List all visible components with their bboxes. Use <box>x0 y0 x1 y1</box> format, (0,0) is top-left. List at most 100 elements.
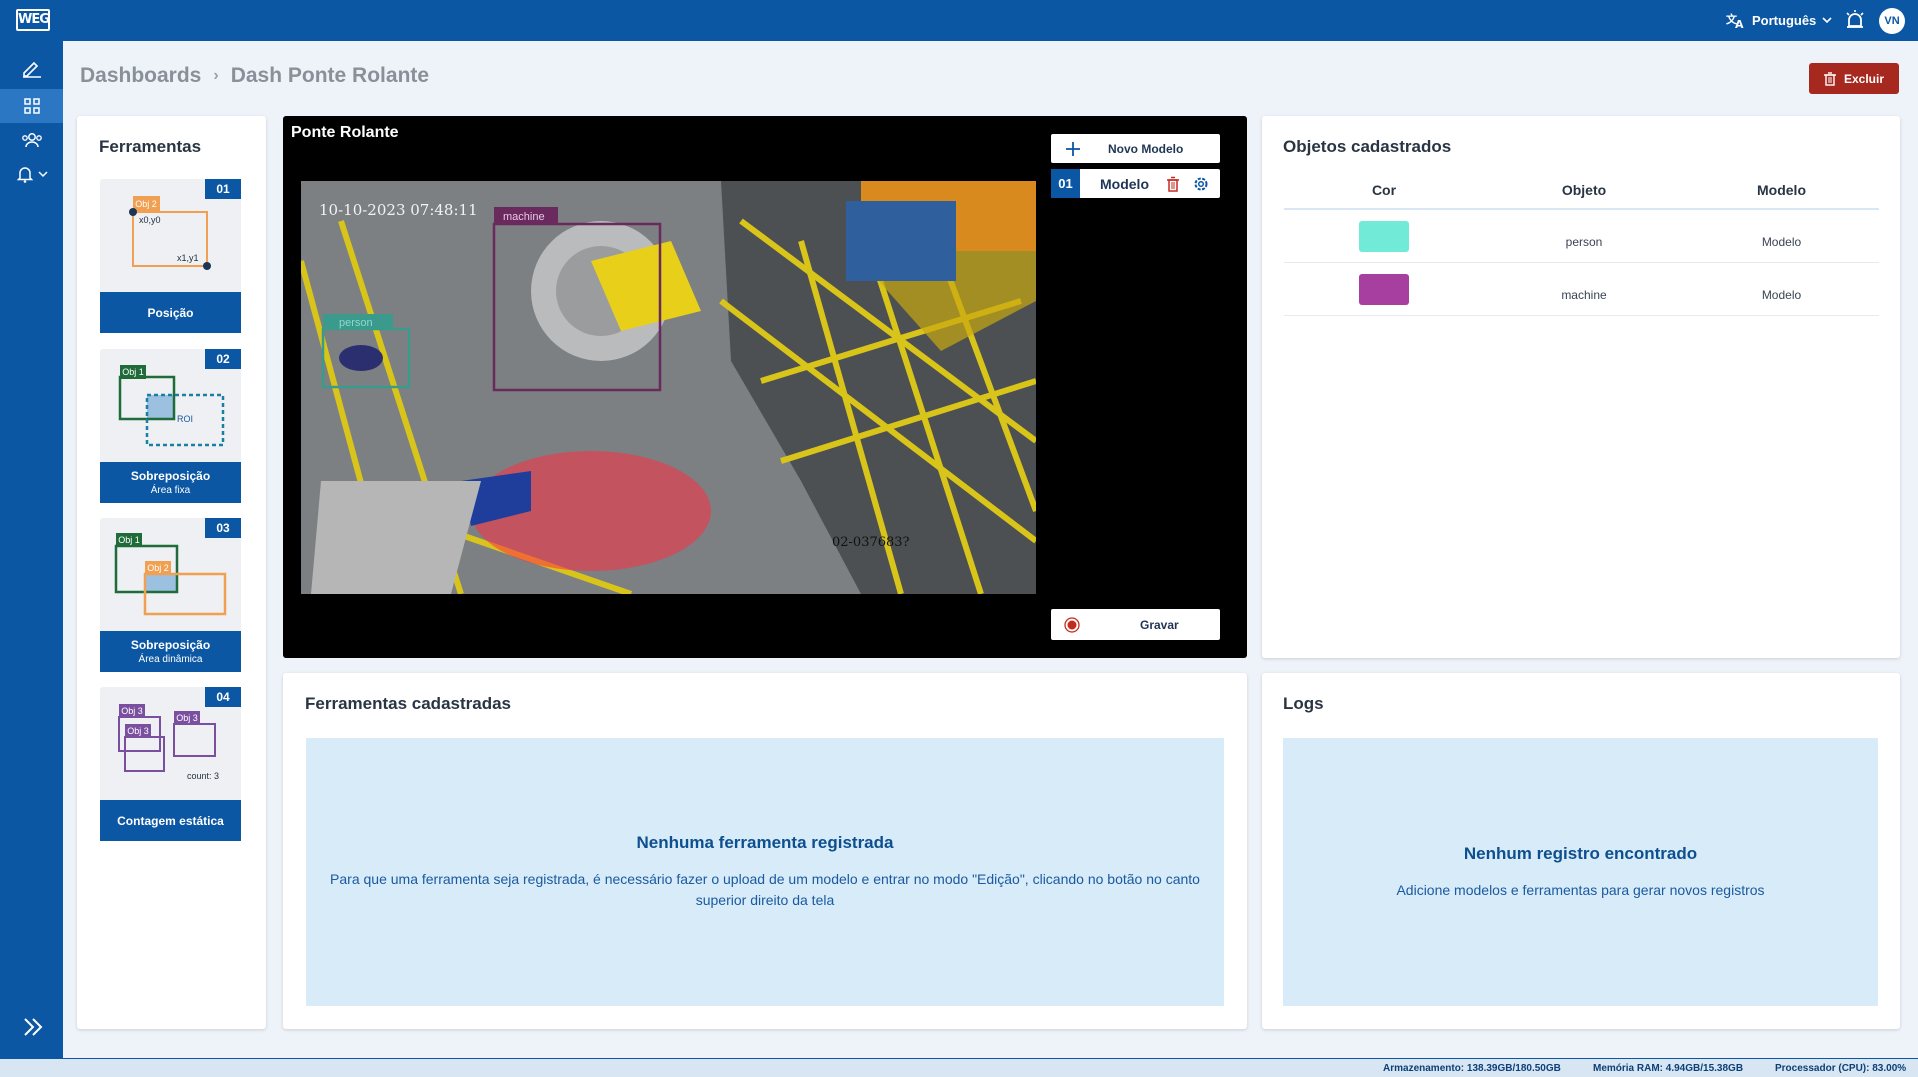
tool-label: Sobreposição Área fixa <box>100 462 241 503</box>
video-title: Ponte Rolante <box>291 124 399 141</box>
chevron-down-icon <box>37 171 48 178</box>
top-bar: WEG 文A Português VN <box>0 0 1918 41</box>
chevron-down-icon <box>1822 17 1832 24</box>
color-cell <box>1284 273 1484 305</box>
fig-obj-label-b: Obj 2 <box>147 563 169 573</box>
model-item[interactable]: 01 Modelo <box>1051 169 1220 198</box>
bell-icon <box>16 167 33 183</box>
tool-card-position[interactable]: 01 Obj 2 x0,y0 x1,y1 Posição <box>100 179 241 333</box>
tool-sublabel: Área fixa <box>150 485 191 496</box>
translate-icon: 文A <box>1726 12 1744 29</box>
record-icon <box>1064 616 1080 633</box>
trash-icon <box>1823 71 1836 86</box>
plus-icon <box>1066 141 1080 156</box>
logs-title: Logs <box>1283 694 1324 713</box>
tool-label-text: Sobreposição <box>130 469 211 483</box>
fig-end-point: x1,y1 <box>177 253 199 263</box>
tool-illustration: 01 Obj 2 x0,y0 x1,y1 <box>100 179 241 292</box>
tool-card-overlap-dynamic[interactable]: 03 Obj 1 Obj 2 Sobreposição Área dinâmic… <box>100 518 241 672</box>
language-selector[interactable]: 文A Português <box>1726 10 1832 30</box>
breadcrumb-current: Dash Ponte Rolante <box>230 64 430 87</box>
alarm-icon[interactable] <box>1844 9 1866 31</box>
camera-frame-image: machine person 10-10-2023 07:48:11 02-03… <box>301 181 1036 594</box>
tool-card-static-count[interactable]: 04 Obj 3 Obj 3 Obj 3 count: 3 Contagem e… <box>100 687 241 841</box>
gear-icon[interactable] <box>1193 176 1209 192</box>
delete-button[interactable]: Excluir <box>1809 63 1899 94</box>
cpu-status: Processador (CPU): 83.00% <box>1775 1063 1907 1074</box>
camera-feed[interactable]: machine person 10-10-2023 07:48:11 02-03… <box>301 181 1036 594</box>
expand-sidebar-icon[interactable] <box>22 1016 44 1038</box>
fig-obj-label-a: Obj 3 <box>121 706 143 716</box>
empty-state-text: Para que uma ferramenta seja registrada,… <box>330 871 1200 908</box>
objects-panel-title: Objetos cadastrados <box>1283 137 1452 156</box>
camera-timestamp: 10-10-2023 07:48:11 <box>319 201 478 219</box>
fig-obj-label-c: Obj 3 <box>176 713 198 723</box>
video-panel: Ponte Rolante machine person 10-10-2023 … <box>283 116 1247 658</box>
registered-tools-empty-state: Nenhuma ferramenta registrada Para que u… <box>306 738 1224 1006</box>
tool-number: 03 <box>205 518 241 538</box>
pencil-ruler-icon <box>22 61 41 78</box>
camera-id: 02-037683? <box>832 535 910 550</box>
users-icon <box>21 133 42 148</box>
user-avatar[interactable]: VN <box>1879 8 1905 34</box>
tool-sublabel: Área dinâmica <box>138 654 203 665</box>
nav-item-alerts[interactable] <box>0 157 63 191</box>
table-header: Cor Objeto Modelo <box>1284 172 1879 210</box>
logs-panel: Logs Nenhum registro encontrado Adicione… <box>1262 673 1900 1029</box>
registered-tools-title: Ferramentas cadastradas <box>305 694 512 713</box>
color-swatch[interactable] <box>1359 220 1409 252</box>
detection-label-machine: machine <box>503 211 545 223</box>
model-cell: Modelo <box>1761 288 1802 302</box>
svg-text:A: A <box>1735 18 1744 29</box>
tool-number: 04 <box>205 687 241 707</box>
fig-roi-label: ROI <box>177 414 193 424</box>
fig-obj-label-a: Obj 1 <box>118 535 140 545</box>
tool-label-text: Posição <box>147 305 194 320</box>
tool-label-text: Sobreposição <box>130 638 211 652</box>
fig-obj-label: Obj 2 <box>135 199 157 209</box>
model-number: 01 <box>1051 169 1080 198</box>
record-button[interactable]: Gravar <box>1051 609 1220 640</box>
record-label: Gravar <box>1140 617 1179 632</box>
tools-panel: Ferramentas 01 Obj 2 x0,y0 x1,y1 Posição… <box>77 116 266 1029</box>
tool-card-overlap-fixed[interactable]: 02 Obj 1 ROI Sobreposição Área fixa <box>100 349 241 503</box>
detection-label-person: person <box>339 317 373 329</box>
objects-panel: Objetos cadastrados Cor Objeto Modelo pe… <box>1262 116 1900 658</box>
tool-illustration: 04 Obj 3 Obj 3 Obj 3 count: 3 <box>100 687 241 800</box>
table-row[interactable]: machine Modelo <box>1284 263 1879 316</box>
trash-icon[interactable] <box>1166 176 1180 192</box>
empty-state-title: Nenhum registro encontrado <box>1463 843 1698 863</box>
object-cell: person <box>1565 235 1603 249</box>
column-object: Objeto <box>1561 182 1607 198</box>
language-label: Português <box>1752 12 1817 28</box>
new-model-label: Novo Modelo <box>1108 141 1184 156</box>
tool-label: Posição <box>100 292 241 333</box>
ram-status: Memória RAM: 4.94GB/15.38GB <box>1593 1063 1744 1074</box>
nav-item-users[interactable] <box>0 123 63 157</box>
storage-status: Armazenamento: 138.39GB/180.50GB <box>1383 1063 1561 1074</box>
empty-state-text: Adicione modelos e ferramentas para gera… <box>1396 881 1765 898</box>
grid-icon <box>23 98 40 114</box>
tool-illustration: 02 Obj 1 ROI <box>100 349 241 462</box>
breadcrumb-dashboards[interactable]: Dashboards <box>80 64 201 88</box>
tool-illustration: 03 Obj 1 Obj 2 <box>100 518 241 631</box>
color-swatch[interactable] <box>1359 273 1409 305</box>
table-row[interactable]: person Modelo <box>1284 210 1879 263</box>
nav-item-dashboards[interactable] <box>0 89 63 123</box>
model-cell: Modelo <box>1761 235 1802 249</box>
tool-label: Sobreposição Área dinâmica <box>100 631 241 672</box>
breadcrumb: Dashboards › Dash Ponte Rolante <box>80 64 429 88</box>
fig-obj-label-b: Obj 3 <box>127 726 149 736</box>
new-model-button[interactable]: Novo Modelo <box>1051 134 1220 163</box>
fig-count-label: count: 3 <box>187 771 219 781</box>
logs-empty-state: Nenhum registro encontrado Adicione mode… <box>1283 738 1878 1006</box>
object-cell: machine <box>1561 288 1607 302</box>
tool-number: 01 <box>205 179 241 199</box>
nav-item-edit[interactable] <box>0 51 63 85</box>
tool-label-text: Contagem estática <box>117 813 224 828</box>
side-nav <box>0 41 63 1058</box>
weg-logo[interactable]: WEG <box>16 9 50 31</box>
fig-obj-label: Obj 1 <box>122 367 144 377</box>
model-name: Modelo <box>1100 175 1149 192</box>
fig-start-point: x0,y0 <box>139 215 161 225</box>
